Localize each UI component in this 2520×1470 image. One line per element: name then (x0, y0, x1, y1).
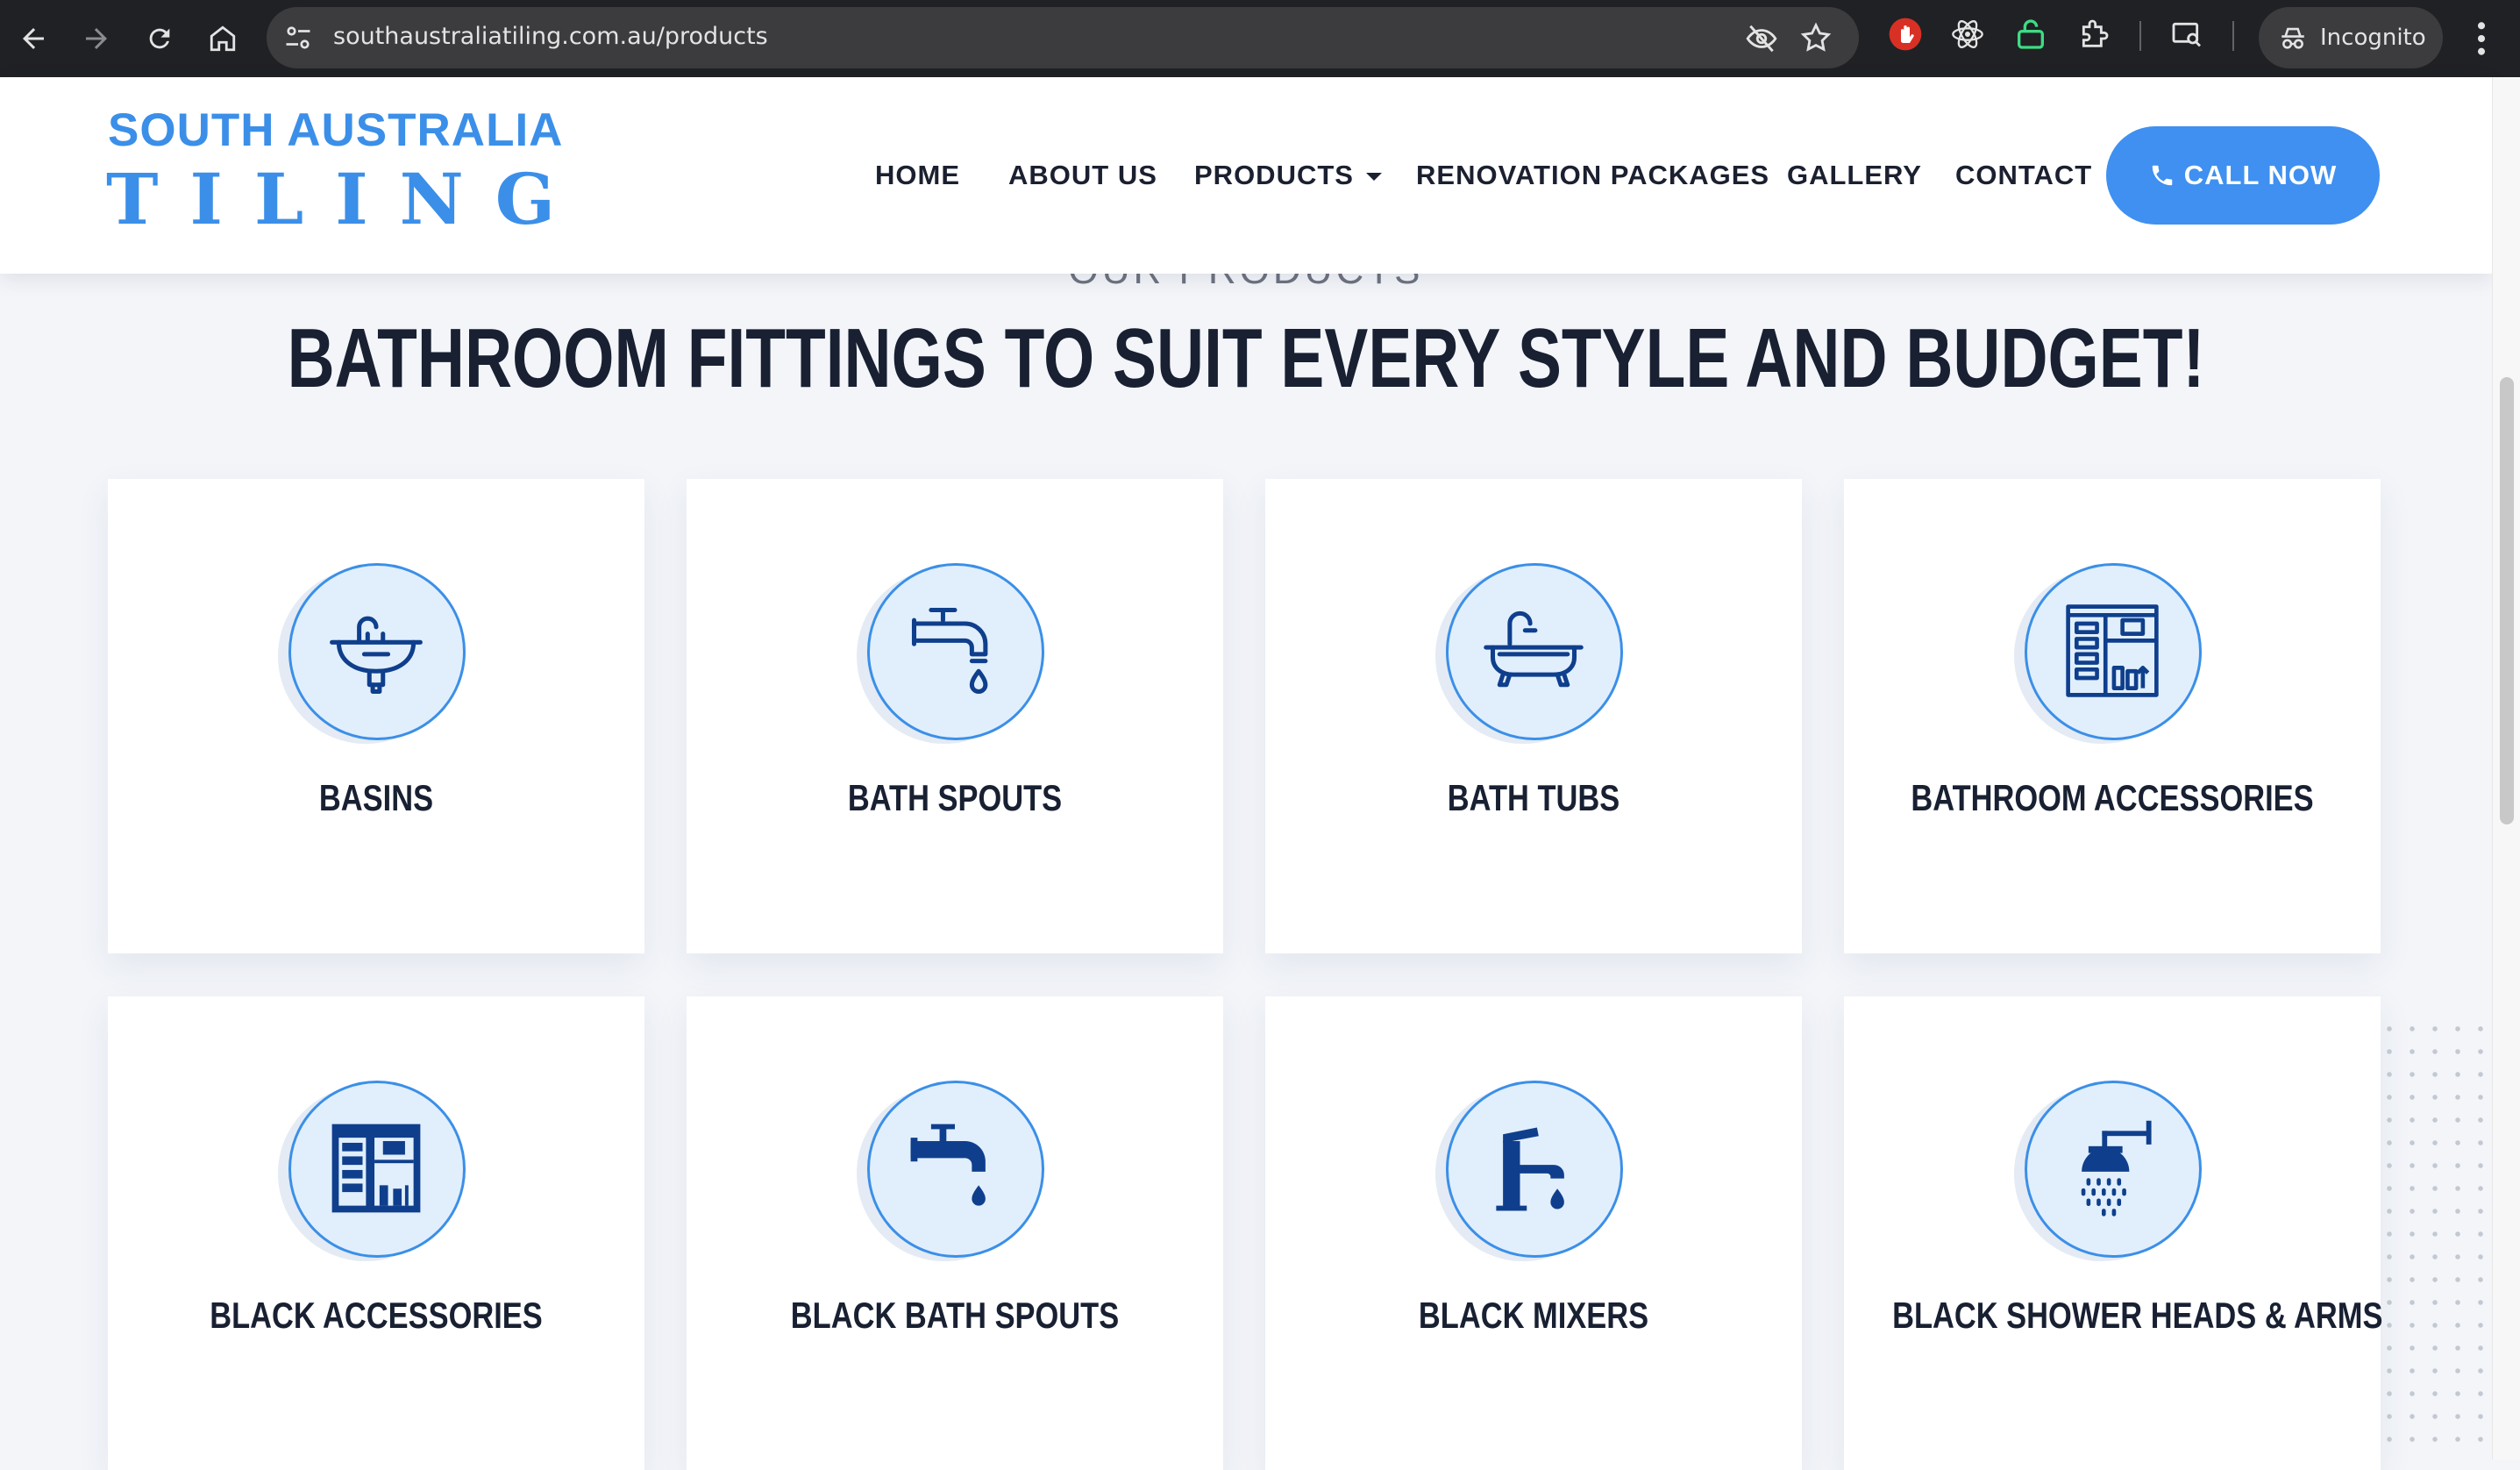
home-icon[interactable] (196, 12, 249, 65)
browser-toolbar: southaustraliatiling.com.au/products Inc… (0, 0, 2520, 77)
product-card-bathroom-accessories[interactable]: BATHROOM ACCESSORIES (1844, 479, 2381, 953)
product-card-black-shower-heads-arms[interactable]: BLACK SHOWER HEADS & ARMS (1844, 996, 2382, 1470)
bath-tub-icon (1484, 610, 1584, 688)
more-icon[interactable] (2473, 19, 2490, 58)
address-bar[interactable]: southaustraliatiling.com.au/products (267, 7, 1859, 68)
icon-badge (278, 1081, 466, 1261)
bath-spout-icon (911, 607, 988, 694)
nav-renovation-packages[interactable]: RENOVATION PACKAGES (1416, 160, 1769, 191)
page-title: BATHROOM FITTINGS TO SUIT EVERY STYLE AN… (287, 311, 2205, 405)
incognito-indicator[interactable]: Incognito (2259, 7, 2443, 68)
icon-badge (857, 1081, 1044, 1261)
extensions-puzzle-icon[interactable] (2076, 17, 2111, 52)
nav-contact[interactable]: CONTACT (1955, 160, 2092, 191)
incognito-label: Incognito (2320, 25, 2426, 51)
nav-products-label: PRODUCTS (1194, 160, 1354, 190)
product-label[interactable]: BATH TUBS (1313, 777, 1754, 819)
decorative-dot-pattern (2378, 1017, 2492, 1459)
site-header: SOUTH AUSTRALIA TILING HOME ABOUT US PRO… (0, 77, 2492, 274)
bookmark-star-icon[interactable] (1799, 21, 1833, 54)
logo-line-2[interactable]: TILING (106, 158, 587, 240)
icon-badge (2014, 563, 2202, 744)
site-settings-icon[interactable] (282, 22, 314, 54)
reload-icon[interactable] (133, 12, 186, 65)
call-now-button[interactable]: CALL NOW (2106, 126, 2380, 225)
toolbar-divider (2232, 21, 2234, 51)
icon-badge (857, 563, 1044, 744)
phone-icon (2152, 165, 2173, 186)
black-bath-spout-icon (910, 1124, 986, 1206)
icon-badge (278, 563, 466, 744)
black-shower-head-icon (2081, 1120, 2152, 1217)
black-mixer-icon (1496, 1127, 1564, 1211)
call-now-label: CALL NOW (2183, 160, 2338, 190)
eye-off-icon[interactable] (1745, 22, 1778, 55)
product-label[interactable]: BASINS (156, 777, 596, 819)
extension-red-hand-icon[interactable] (1888, 17, 1923, 52)
url-text[interactable]: southaustraliatiling.com.au/products (333, 23, 768, 50)
forward-icon[interactable] (70, 12, 123, 65)
icon-badge (1435, 563, 1623, 744)
product-label[interactable]: BLACK ACCESSORIES (156, 1295, 596, 1337)
nav-gallery[interactable]: GALLERY (1787, 160, 1922, 191)
product-card-black-bath-spouts[interactable]: BLACK BATH SPOUTS (687, 996, 1223, 1470)
basin-icon (330, 616, 423, 695)
cast-search-icon[interactable] (2169, 17, 2204, 52)
nav-home[interactable]: HOME (875, 160, 960, 191)
chevron-down-icon (1365, 173, 1382, 182)
nav-products[interactable]: PRODUCTS (1194, 160, 1382, 191)
toolbar-divider (2139, 21, 2141, 51)
black-cabinet-icon (331, 1124, 421, 1213)
nav-about-us[interactable]: ABOUT US (1008, 160, 1157, 191)
product-label[interactable]: BLACK SHOWER HEADS & ARMS (1892, 1295, 2382, 1337)
incognito-icon (2282, 27, 2304, 49)
product-card-bath-spouts[interactable]: BATH SPOUTS (687, 479, 1223, 953)
product-card-black-mixers[interactable]: BLACK MIXERS (1265, 996, 1802, 1470)
icon-badge (2014, 1081, 2202, 1261)
scrollbar-thumb[interactable] (2500, 377, 2514, 824)
back-icon[interactable] (7, 12, 60, 65)
product-label[interactable]: BATHROOM ACCESSORIES (1892, 777, 2332, 819)
bathroom-cabinet-icon (2066, 604, 2159, 697)
product-label[interactable]: BLACK MIXERS (1313, 1295, 1754, 1337)
extension-lock-icon[interactable] (2013, 17, 2048, 52)
product-card-black-accessories[interactable]: BLACK ACCESSORIES (108, 996, 644, 1470)
product-label[interactable]: BATH SPOUTS (735, 777, 1175, 819)
logo-line-1[interactable]: SOUTH AUSTRALIA (108, 103, 563, 157)
product-card-bath-tubs[interactable]: BATH TUBS (1265, 479, 1802, 953)
icon-badge (1435, 1081, 1623, 1261)
product-card-basins[interactable]: BASINS (108, 479, 644, 953)
extension-atom-icon[interactable] (1950, 17, 1985, 52)
page-scrollbar[interactable] (2492, 77, 2520, 1459)
product-label[interactable]: BLACK BATH SPOUTS (735, 1295, 1175, 1337)
